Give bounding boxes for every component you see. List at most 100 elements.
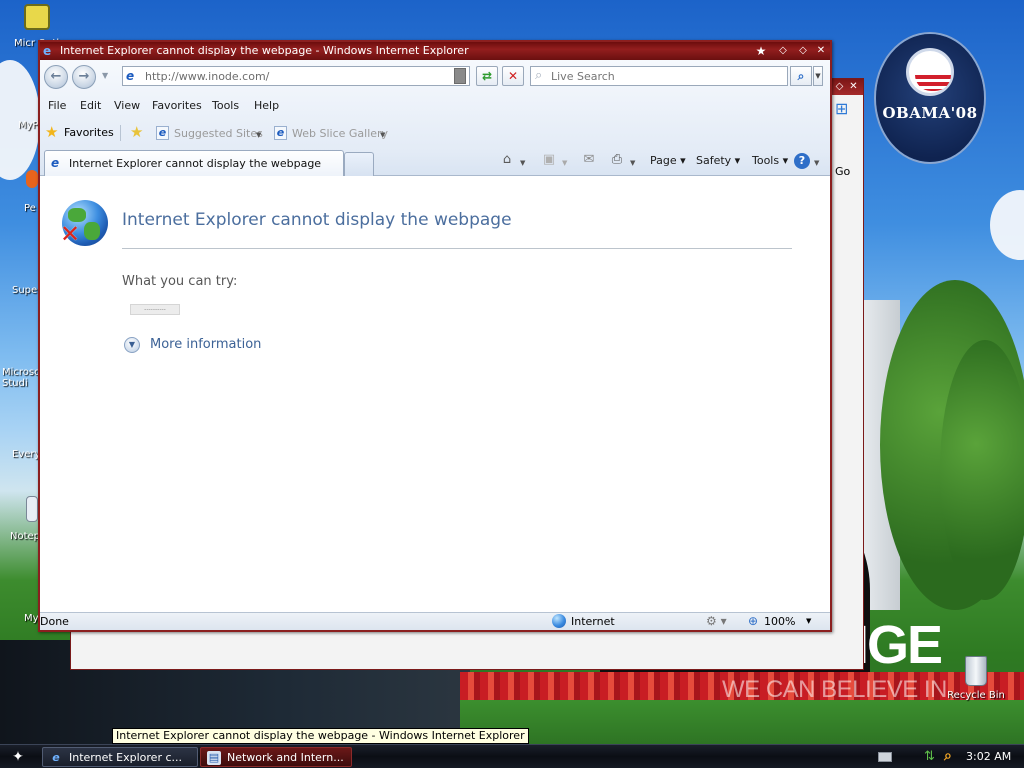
address-bar[interactable]: e <box>122 66 470 86</box>
network-icon[interactable]: ⇅ <box>924 749 935 764</box>
search-icon[interactable]: ⌕ <box>944 748 952 764</box>
ie-logo-icon: e <box>43 44 52 58</box>
globe-land <box>84 222 100 240</box>
forward-button[interactable]: → <box>72 65 96 89</box>
notepad-icon <box>26 496 38 522</box>
web-slice-gallery-link[interactable]: Web Slice Gallery <box>292 127 388 140</box>
new-tab-button[interactable] <box>344 152 374 176</box>
ie-page-icon: e <box>126 69 135 83</box>
suggested-sites-link[interactable]: Suggested Sites <box>174 127 263 140</box>
diagnose-connection-button[interactable]: ---------- <box>130 304 180 315</box>
menu-file[interactable]: File <box>48 99 66 112</box>
recent-pages-dropdown[interactable]: ▼ <box>102 71 108 80</box>
read-mail-icon[interactable]: ✉ <box>580 151 598 169</box>
desktop-icon-outlook[interactable]: Micr Outl <box>0 4 70 49</box>
close-icon[interactable]: ✕ <box>847 80 860 93</box>
expand-icon[interactable]: ▼ <box>124 337 140 353</box>
help-icon[interactable]: ? <box>794 153 810 169</box>
desktop-icon-recycle-bin[interactable]: Recycle Bin <box>944 656 1008 701</box>
tree <box>940 340 1024 600</box>
rss-feed-icon[interactable]: ▣ <box>540 151 558 169</box>
refresh-button[interactable]: ⇄ <box>476 66 498 86</box>
go-button[interactable]: Go <box>835 165 850 178</box>
print-icon[interactable]: ⎙ <box>608 151 626 169</box>
page-menu-button[interactable]: Page ▾ <box>650 154 686 167</box>
chevron-down-icon[interactable]: ▼ <box>256 131 261 139</box>
desktop-icon-label: MyP <box>18 120 39 131</box>
search-options-dropdown[interactable]: ▼ <box>813 66 823 86</box>
taskbar-item-network[interactable]: ▤ Network and Intern... <box>200 747 352 767</box>
menu-bar: File Edit View Favorites Tools Help <box>40 96 830 116</box>
divider <box>120 125 121 141</box>
chevron-down-icon[interactable]: ▼ <box>814 159 819 167</box>
page-menu-label: Page <box>650 154 677 167</box>
search-box[interactable]: ⌕ <box>530 66 788 86</box>
menu-view[interactable]: View <box>114 99 140 112</box>
what-you-can-try-label: What you can try: <box>122 274 238 289</box>
zoom-icon[interactable]: ⊕ <box>748 614 758 628</box>
window-titlebar[interactable]: e Internet Explorer cannot display the w… <box>40 42 830 60</box>
zoom-level[interactable]: 100% <box>764 615 795 628</box>
zoom-dropdown-icon[interactable]: ▼ <box>806 617 811 625</box>
desktop-icon-label: Notep <box>10 531 41 542</box>
chevron-down-icon[interactable]: ▼ <box>380 131 385 139</box>
taskbar-item-ie[interactable]: e Internet Explorer c... <box>42 747 198 767</box>
windows-flag-icon: ⊞ <box>835 99 849 118</box>
ie-page-icon: e <box>156 126 169 140</box>
taskbar-item-label: Internet Explorer c... <box>69 751 183 764</box>
star-icon[interactable]: ★ <box>754 44 768 58</box>
home-icon[interactable]: ⌂ <box>498 151 516 169</box>
safety-menu-button[interactable]: Safety ▾ <box>696 154 740 167</box>
page-content: ✕ Internet Explorer cannot display the w… <box>40 176 830 614</box>
keyboard-icon[interactable] <box>878 752 892 762</box>
protected-mode-icon[interactable]: ⚙ ▾ <box>706 614 727 628</box>
chevron-down-icon[interactable]: ▼ <box>520 159 525 167</box>
internet-zone-icon <box>552 614 566 628</box>
obama-logo-text: OBAMA'08 <box>882 104 978 122</box>
address-input[interactable] <box>145 69 445 84</box>
minimize-icon[interactable]: ◇ <box>776 44 790 58</box>
menu-help[interactable]: Help <box>254 99 279 112</box>
tab-row: e Internet Explorer cannot display the w… <box>40 148 830 176</box>
compatibility-view-icon[interactable] <box>454 68 466 84</box>
obama-logo: OBAMA'08 <box>876 34 984 162</box>
clock[interactable]: 3:02 AM <box>966 750 1011 763</box>
stop-button[interactable]: ✕ <box>502 66 524 86</box>
maximize-icon[interactable]: ◇ <box>796 44 810 58</box>
chevron-down-icon[interactable]: ▼ <box>630 159 635 167</box>
desktop-icon-label: Every <box>12 449 41 460</box>
favorites-button[interactable]: Favorites <box>64 126 114 139</box>
close-icon[interactable]: ✕ <box>814 44 828 58</box>
tab-active[interactable]: e Internet Explorer cannot display the w… <box>44 150 344 176</box>
back-button[interactable]: ← <box>44 65 68 89</box>
cloud <box>990 190 1024 260</box>
tab-label: Internet Explorer cannot display the web… <box>69 157 322 170</box>
ie-logo-icon: e <box>52 751 60 764</box>
taskbar-tooltip: Internet Explorer cannot display the web… <box>112 728 529 744</box>
chevron-down-icon[interactable]: ▼ <box>562 159 567 167</box>
tools-menu-button[interactable]: Tools ▾ <box>752 154 788 167</box>
error-heading: Internet Explorer cannot display the web… <box>122 210 512 230</box>
app-icon <box>26 170 38 188</box>
menu-tools[interactable]: Tools <box>212 99 239 112</box>
favorites-star-icon: ★ <box>45 123 59 141</box>
favorites-bar: ★ Favorites ★ e Suggested Sites ▼ e Web … <box>40 122 830 144</box>
obama-rising-sun-icon <box>906 48 954 96</box>
recycle-bin-icon <box>965 656 987 686</box>
menu-edit[interactable]: Edit <box>80 99 101 112</box>
search-input[interactable] <box>551 70 781 83</box>
control-panel-icon: ▤ <box>207 751 221 765</box>
desktop-icon-label: Pe <box>24 203 36 214</box>
desktop-icon-label: Recycle Bin <box>947 690 1005 701</box>
lawn <box>460 700 1024 744</box>
security-zone-label: Internet <box>571 615 615 628</box>
minimize-icon[interactable]: ◇ <box>833 80 846 93</box>
desktop-icon-label: Supe <box>12 285 38 296</box>
start-button[interactable]: ✦ <box>4 747 32 767</box>
taskbar: ✦ e Internet Explorer c... ▤ Network and… <box>0 744 1024 768</box>
ie-window[interactable]: e Internet Explorer cannot display the w… <box>38 40 832 632</box>
search-button[interactable]: ⌕ <box>790 66 812 86</box>
menu-favorites[interactable]: Favorites <box>152 99 202 112</box>
add-to-favorites-icon[interactable]: ★ <box>130 123 143 141</box>
divider <box>122 248 792 249</box>
